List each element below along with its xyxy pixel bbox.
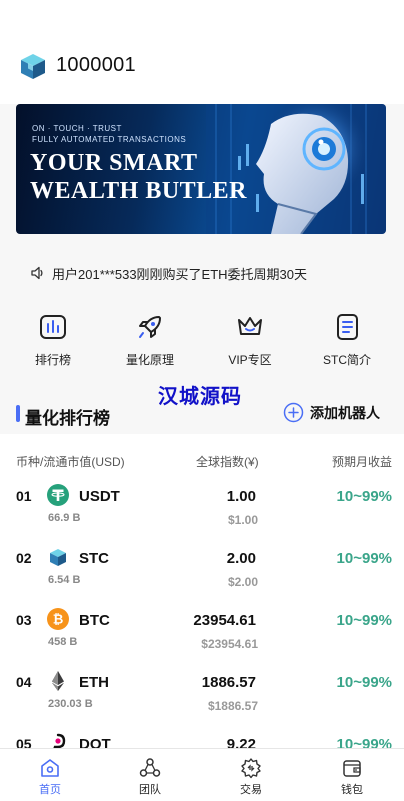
coin-market-cap: 66.9 B [48, 512, 81, 524]
row-rank: 01 [16, 488, 32, 504]
document-icon [337, 314, 358, 340]
banner-tagline: ON · TOUCH · TRUST [32, 124, 122, 133]
user-id: 1000001 [56, 54, 136, 76]
coin-symbol: STC [79, 550, 109, 567]
menu-quant-principle-label: 量化原理 [125, 353, 174, 367]
banner-title-line1: YOUR SMART [30, 150, 198, 176]
row-rank: 05 [16, 736, 32, 748]
speaker-icon [31, 266, 43, 280]
tab-trade[interactable]: 交易 [211, 749, 291, 797]
coin-index: 2.00 [226, 550, 256, 567]
watermark-text: 汉城源码 [158, 386, 242, 408]
row-rank: 04 [16, 674, 32, 690]
coin-usd-price: $23954.61 [201, 637, 258, 651]
bitcoin-icon: ₿ [47, 608, 69, 630]
notice-text: 用户201***533刚刚购买了ETH委托周期30天 [52, 266, 308, 282]
coin-index: 1.00 [226, 488, 256, 505]
ranking-chart-icon [40, 315, 66, 339]
coin-usd-price: $1886.57 [207, 699, 258, 713]
header-index: 全球指数(¥) [196, 455, 259, 469]
coin-market-cap: 230.03 B [48, 698, 93, 710]
coin-symbol: USDT [79, 488, 120, 505]
row-rank: 02 [16, 550, 32, 566]
wallet-icon [343, 760, 361, 777]
coin-market-cap: 458 B [48, 636, 78, 648]
coin-symbol: BTC [79, 612, 110, 629]
team-icon [139, 758, 161, 777]
coin-index: 1886.57 [201, 674, 256, 691]
home-icon [41, 759, 59, 777]
add-robot-label: 添加机器人 [310, 404, 380, 421]
ethereum-icon [52, 671, 64, 691]
banner-subtagline: FULLY AUTOMATED TRANSACTIONS [32, 135, 187, 144]
coin-return: 10~99% [336, 488, 392, 505]
tab-team-label: 团队 [139, 784, 161, 796]
menu-quant-principle[interactable]: 量化原理 [110, 312, 190, 368]
table-row[interactable]: 02 STC 6.54 B 2.00 $2.00 10~99% [0, 540, 404, 602]
coin-symbol: ETH [79, 674, 109, 691]
polkadot-icon [53, 733, 66, 748]
header-coin: 币种/流通市值(USD) [16, 455, 125, 469]
trade-gear-icon [241, 758, 261, 779]
add-robot-button[interactable]: 添加机器人 [283, 402, 380, 423]
section-accent-bar [16, 405, 20, 422]
quick-menu: 排行榜 量化原理 VIP专区 STC简介 [0, 312, 404, 372]
stc-cube-icon [50, 549, 66, 566]
tab-home[interactable]: 首页 [10, 749, 90, 797]
crown-icon [238, 317, 262, 335]
menu-vip-zone[interactable]: VIP专区 [210, 312, 290, 368]
coin-usd-price: $2.00 [227, 575, 258, 589]
rocket-icon [139, 316, 161, 338]
coin-return: 10~99% [336, 550, 392, 567]
coin-index: 23954.61 [193, 612, 256, 629]
cube-logo-icon [21, 54, 45, 79]
coin-market-cap: 6.54 B [48, 574, 81, 586]
table-row[interactable]: 05 DOT 9.22 10~99% [0, 726, 404, 748]
tab-team[interactable]: 团队 [110, 749, 190, 797]
tab-trade-label: 交易 [240, 784, 262, 796]
coin-symbol: DOT [79, 736, 111, 748]
bottom-tab-bar: 首页 团队 交易 钱包 [0, 748, 404, 801]
coin-return: 10~99% [336, 612, 392, 629]
tab-wallet[interactable]: 钱包 [312, 749, 392, 797]
promo-banner[interactable]: ON · TOUCH · TRUST FULLY AUTOMATED TRANS… [16, 104, 386, 234]
notice-marquee[interactable]: 用户201***533刚刚购买了ETH委托周期30天 [30, 263, 307, 283]
header: 1000001 [0, 0, 404, 104]
svg-text:₿: ₿ [53, 612, 64, 627]
table-row[interactable]: 04 ETH 230.03 B 1886.57 $1886.57 10~99% [0, 664, 404, 726]
menu-stc-intro-label: STC简介 [322, 353, 371, 367]
banner-title-line2: WEALTH BUTLER [30, 178, 248, 204]
table-row[interactable]: 03 ₿ BTC 458 B 23954.61 $23954.61 10~99% [0, 602, 404, 664]
coin-index: 9.22 [226, 736, 256, 748]
row-rank: 03 [16, 612, 32, 628]
ranking-table: 币种/流通市值(USD) 全球指数(¥) 预期月收益 01 USDT 66.9 … [0, 434, 404, 748]
menu-ranking-label: 排行榜 [34, 353, 71, 367]
table-row[interactable]: 01 USDT 66.9 B 1.00 $1.00 10~99% [0, 478, 404, 540]
coin-return: 10~99% [336, 736, 392, 748]
tab-wallet-label: 钱包 [341, 784, 363, 796]
menu-stc-intro[interactable]: STC简介 [307, 312, 387, 368]
section-title: 量化排行榜 [25, 409, 110, 428]
menu-vip-zone-label: VIP专区 [228, 353, 272, 367]
coin-return: 10~99% [336, 674, 392, 691]
menu-ranking[interactable]: 排行榜 [13, 312, 93, 368]
header-return: 预期月收益 [331, 455, 392, 469]
coin-usd-price: $1.00 [227, 513, 258, 527]
tab-home-label: 首页 [39, 784, 61, 796]
usdt-icon [47, 484, 69, 506]
plus-circle-icon [283, 402, 304, 423]
